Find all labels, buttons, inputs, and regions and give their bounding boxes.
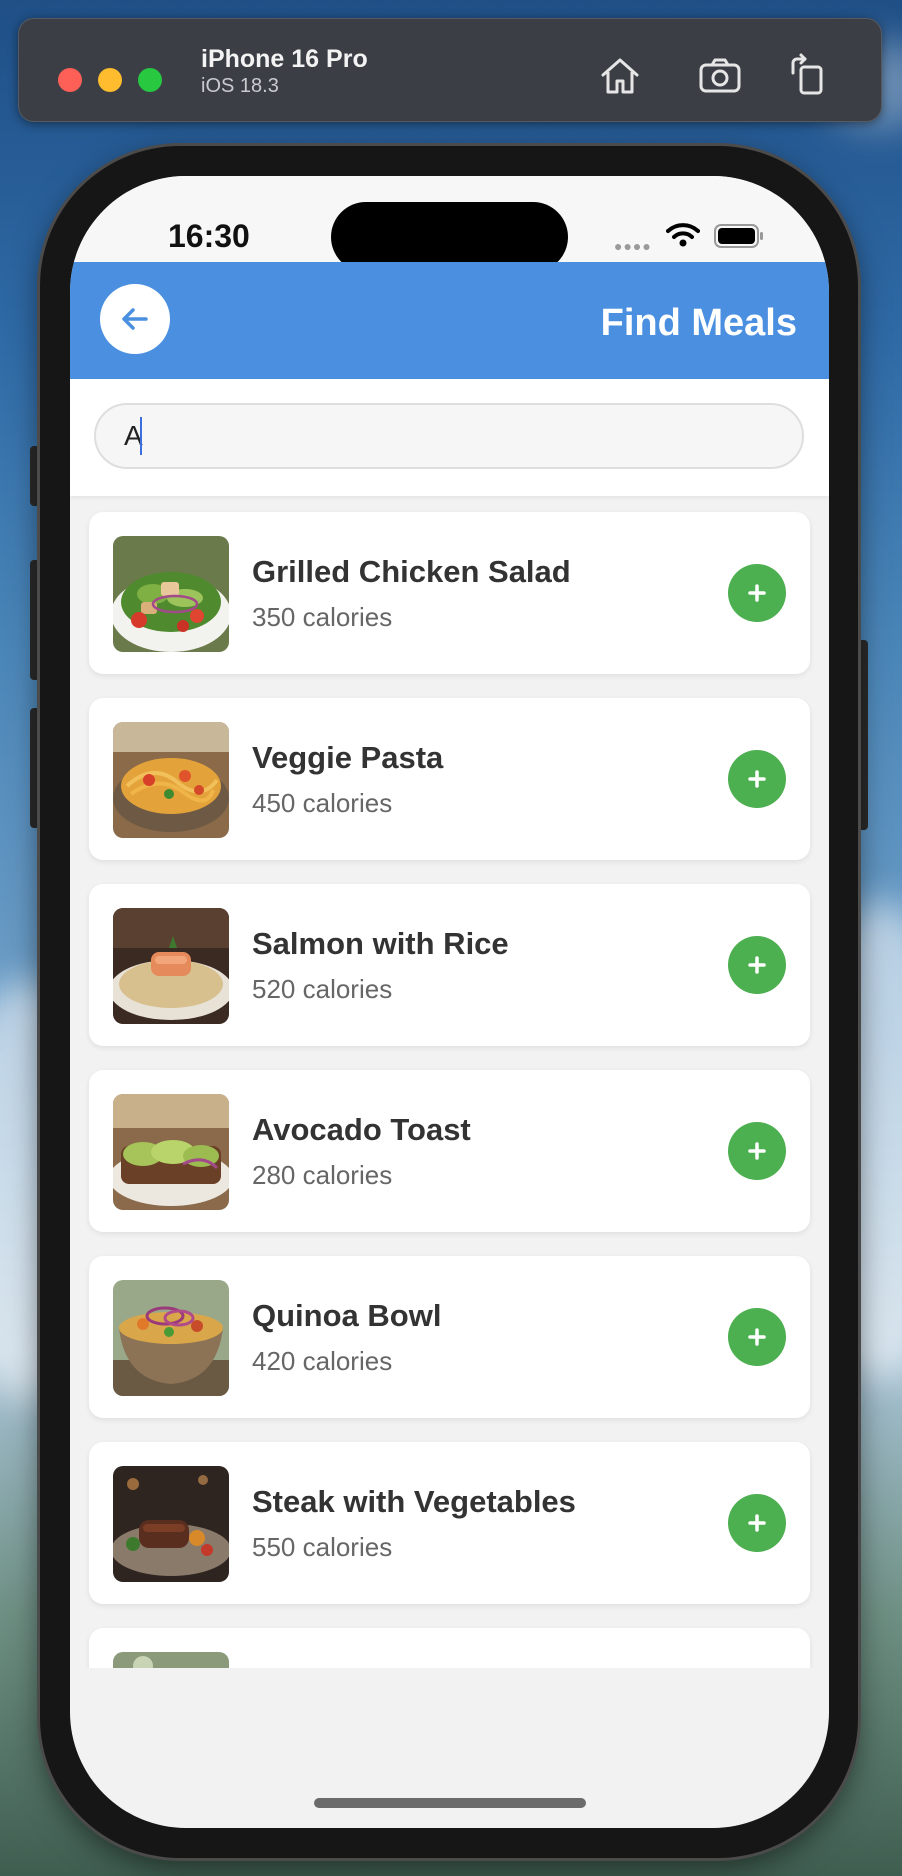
add-meal-button[interactable] <box>728 1308 786 1366</box>
back-button[interactable] <box>100 284 170 354</box>
os-version: iOS 18.3 <box>201 75 279 97</box>
steak-photo <box>113 1466 229 1582</box>
meal-card[interactable]: Salmon with Rice 520 calories <box>89 884 810 1046</box>
screenshot-icon[interactable] <box>695 51 745 101</box>
text-cursor <box>140 417 142 455</box>
add-meal-button[interactable] <box>728 936 786 994</box>
bowl-photo <box>113 1280 229 1396</box>
page-title: Find Meals <box>600 302 797 344</box>
plus-icon <box>748 584 766 602</box>
add-meal-button[interactable] <box>728 564 786 622</box>
meal-card[interactable]: Quinoa Bowl 420 calories <box>89 1256 810 1418</box>
battery-icon <box>714 224 763 248</box>
salmon-photo <box>113 908 229 1024</box>
meal-card[interactable]: Grilled Chicken Salad 350 calories <box>89 512 810 674</box>
meal-photo <box>113 1652 229 1668</box>
volume-up-button <box>30 560 40 680</box>
meal-name: Steak with Vegetables <box>252 1484 576 1519</box>
add-meal-button[interactable] <box>728 1494 786 1552</box>
add-meal-button[interactable] <box>728 1122 786 1180</box>
plus-icon <box>748 1328 766 1346</box>
salad-photo <box>113 536 229 652</box>
meal-card[interactable]: Veggie Pasta 450 calories <box>89 698 810 860</box>
toast-photo <box>113 1094 229 1210</box>
meal-name: Quinoa Bowl <box>252 1298 442 1333</box>
minimize-window-button[interactable] <box>98 68 122 92</box>
arrow-left-icon <box>122 308 148 330</box>
meal-name: Veggie Pasta <box>252 740 444 775</box>
simulator-titlebar: iPhone 16 Pro iOS 18.3 <box>18 18 882 122</box>
add-meal-button[interactable] <box>728 750 786 808</box>
power-button <box>858 640 868 830</box>
volume-down-button <box>30 708 40 828</box>
search-input[interactable] <box>94 403 804 469</box>
meal-calories: 520 calories <box>252 974 393 1004</box>
close-window-button[interactable] <box>58 68 82 92</box>
status-bar: 16:30 ●●●● <box>70 176 829 272</box>
plus-icon <box>748 956 766 974</box>
meal-calories: 550 calories <box>252 1532 393 1562</box>
cellular-signal-icon: ●●●● <box>614 238 652 254</box>
mute-switch <box>30 446 40 506</box>
plus-icon <box>748 1142 766 1160</box>
meal-list[interactable]: Grilled Chicken Salad 350 calories Veggi… <box>70 496 829 1668</box>
search-bar <box>70 379 829 496</box>
meal-name: Avocado Toast <box>252 1112 471 1147</box>
phone-screen: 16:30 ●●●● Find Meals A Grilled Chicken … <box>70 176 829 1828</box>
meal-card[interactable]: Steak with Vegetables 550 calories <box>89 1442 810 1604</box>
status-time: 16:30 <box>168 218 250 254</box>
wifi-icon <box>666 223 700 247</box>
meal-card[interactable] <box>89 1628 810 1668</box>
pasta-photo <box>113 722 229 838</box>
meal-calories: 350 calories <box>252 602 393 632</box>
rotate-icon[interactable] <box>783 51 833 101</box>
plus-icon <box>748 770 766 788</box>
home-indicator[interactable] <box>314 1798 586 1808</box>
meal-calories: 450 calories <box>252 788 393 818</box>
plus-icon <box>748 1514 766 1532</box>
meal-name: Salmon with Rice <box>252 926 509 961</box>
meal-card[interactable]: Avocado Toast 280 calories <box>89 1070 810 1232</box>
meal-name: Grilled Chicken Salad <box>252 554 571 589</box>
zoom-window-button[interactable] <box>138 68 162 92</box>
meal-calories: 420 calories <box>252 1346 393 1376</box>
meal-calories: 280 calories <box>252 1160 393 1190</box>
app-header: Find Meals <box>70 262 829 379</box>
home-icon[interactable] <box>595 51 645 101</box>
device-name: iPhone 16 Pro <box>201 45 368 73</box>
